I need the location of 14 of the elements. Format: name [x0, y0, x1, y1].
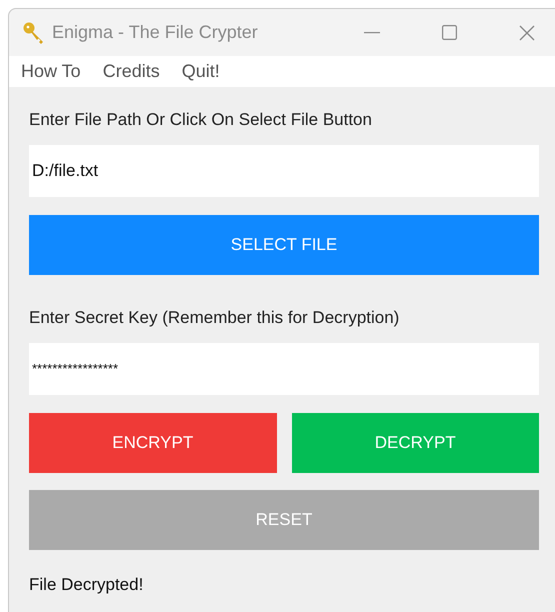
window-title: Enigma - The File Crypter [52, 21, 258, 44]
key-icon [22, 20, 46, 44]
action-button[interactable]: ENCRYPT [29, 413, 276, 473]
field-label: Enter File Path Or Click On Select File Button [29, 109, 373, 131]
minimize-icon[interactable] [364, 32, 380, 34]
file-path-field[interactable]: D:/file.txt [29, 145, 539, 197]
menu-item[interactable]: Credits [102, 58, 160, 85]
field-label: Enter Secret Key (Remember this for Decryption) [29, 307, 400, 329]
secret-key-field[interactable]: ***************** [29, 343, 539, 395]
maximize-icon[interactable] [442, 25, 457, 40]
menu-item[interactable]: Quit! [182, 58, 220, 85]
menu-item[interactable]: How To [21, 58, 81, 85]
status-message: File Decrypted! [29, 574, 144, 596]
close-icon[interactable] [519, 24, 535, 40]
